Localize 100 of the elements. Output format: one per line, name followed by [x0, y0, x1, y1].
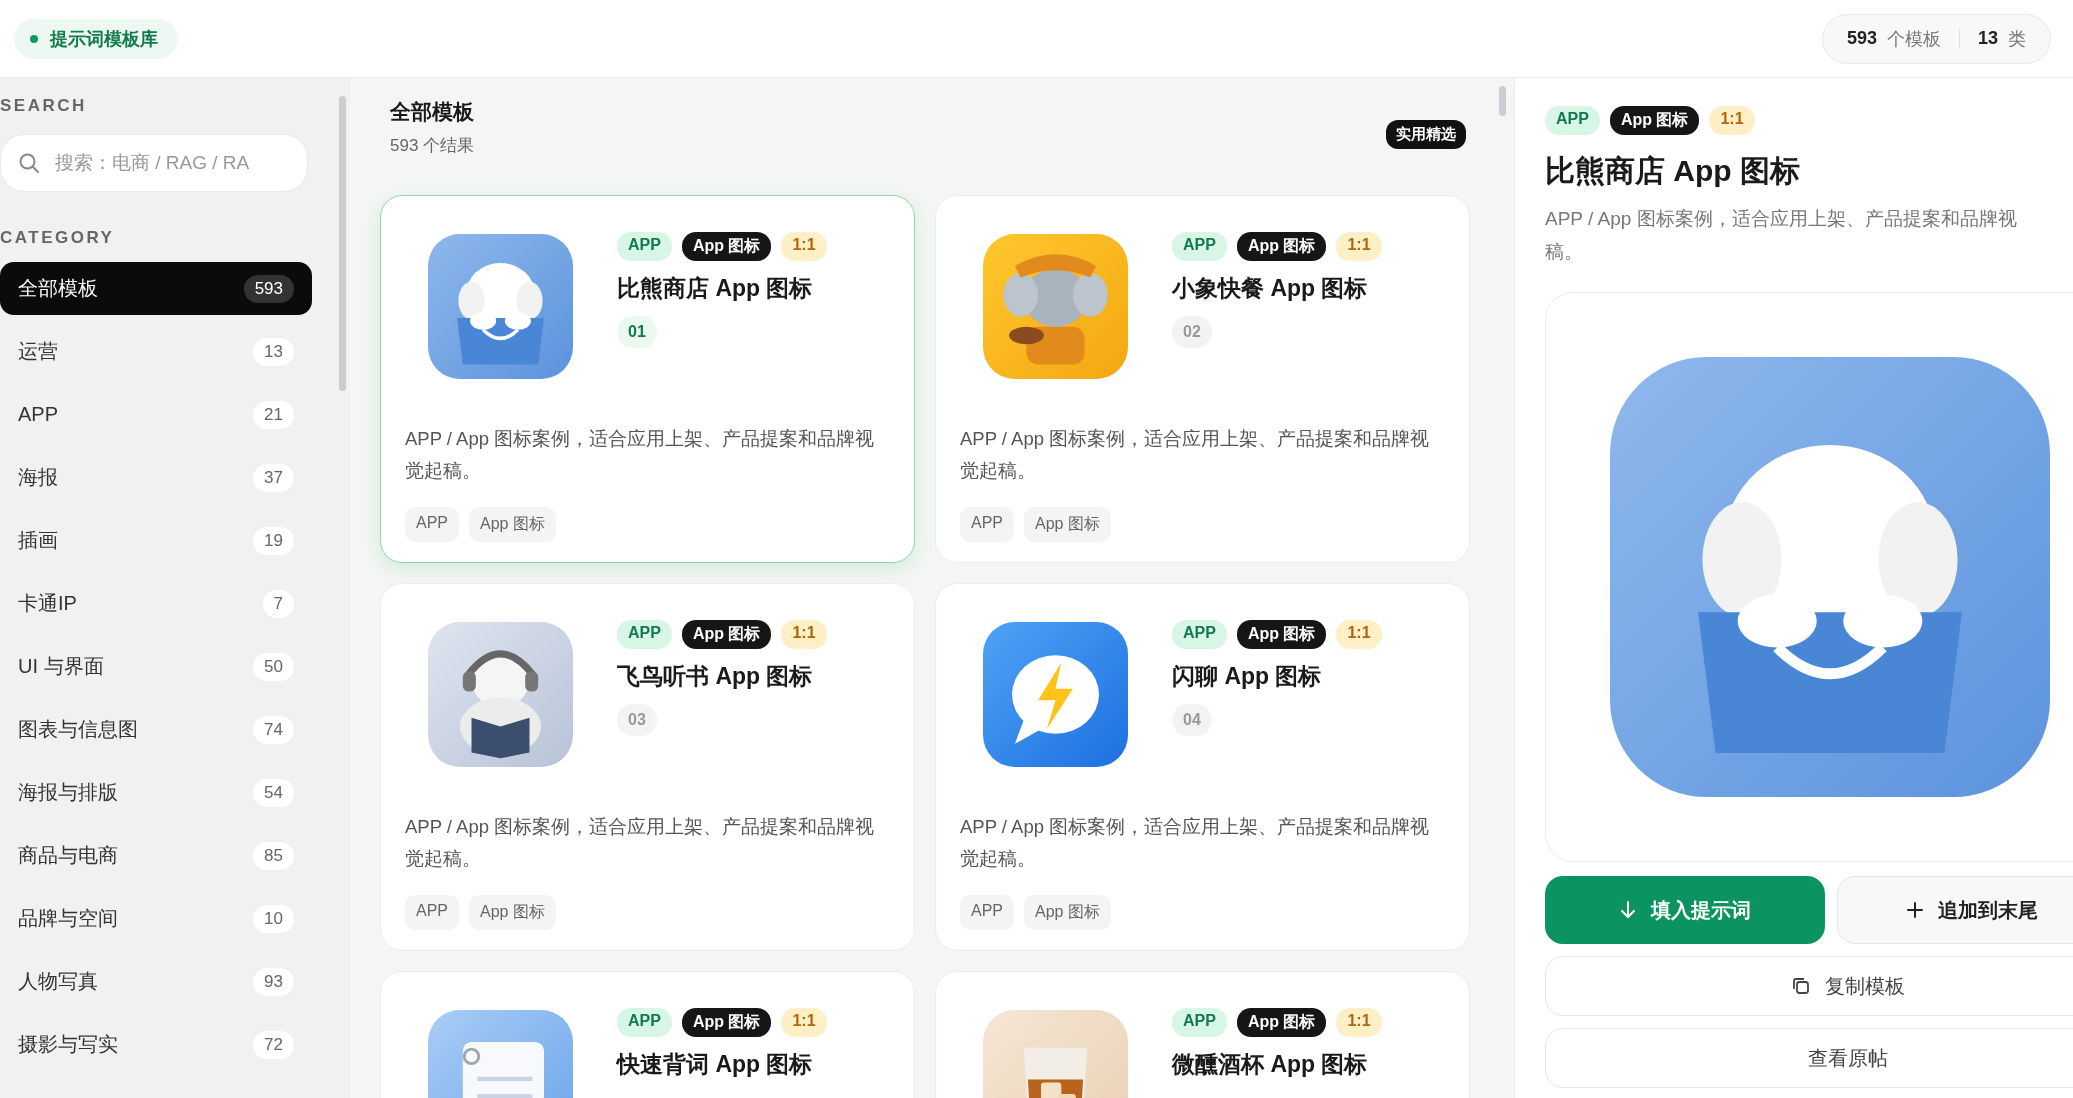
arrow-down-icon [1619, 900, 1637, 920]
stat-value: 593 [1846, 28, 1877, 49]
tag: APP [1172, 620, 1227, 649]
category-item[interactable]: 卡通IP 7 [0, 577, 312, 630]
tag: App 图标 [681, 620, 772, 649]
detail-description: APP / App 图标案例，适合应用上架、产品提案和品牌视 [1545, 207, 2018, 231]
detail-description: 稿。 [1545, 240, 1584, 264]
category-item[interactable]: UI 与界面 50 [0, 640, 312, 693]
category-item[interactable]: 人物写真 93 [0, 955, 312, 1008]
section-label: CATEGORY [0, 228, 116, 248]
plus-icon [1906, 901, 1924, 919]
number-badge: 03 [617, 704, 657, 736]
detail-title: 比熊商店 App 图标 [1545, 153, 1801, 189]
template-card[interactable]: APP App 图标 1:1 比熊商店 App 图标 01 APP / App 图标案例，适合应用上架、产品提案和品牌视觉起稿。 APP App 图标 [380, 195, 915, 563]
scrollbar-thumb[interactable] [339, 96, 346, 391]
tag: App 图标 [1024, 895, 1111, 930]
stat-unit: 个模板 [1886, 27, 1941, 51]
tag: App 图标 [681, 232, 772, 261]
tag: APP [617, 232, 672, 261]
category-label: 运营 [18, 339, 58, 364]
action-button[interactable]: 复制模板 [1545, 956, 2073, 1016]
category-item[interactable]: 图表与信息图 74 [0, 703, 312, 756]
tag: APP [960, 895, 1014, 930]
count-badge: 50 [253, 652, 294, 681]
tag: 1:1 [1336, 232, 1382, 261]
tag: APP [1545, 106, 1600, 135]
copy-icon [1791, 976, 1811, 996]
tag: APP [1172, 1008, 1227, 1037]
category-label: 摄影与写实 [18, 1032, 118, 1057]
action-button[interactable]: 查看原帖 [1545, 1028, 2073, 1088]
tag: APP [1172, 232, 1227, 261]
list-title: 全部模板 [390, 99, 475, 125]
tag: App 图标 [1236, 232, 1327, 261]
card-description: APP / App 图标案例，适合应用上架、产品提案和品牌视觉起稿。 [960, 815, 1431, 871]
category-item[interactable]: 运营 13 [0, 325, 312, 378]
card-description: APP / App 图标案例，适合应用上架、产品提案和品牌视觉起稿。 [405, 427, 876, 483]
category-item[interactable]: 摄影与写实 72 [0, 1018, 312, 1071]
tag: APP [617, 620, 672, 649]
category-label: 图表与信息图 [18, 717, 138, 742]
count-badge: 74 [253, 715, 294, 744]
count-badge: 72 [253, 1030, 294, 1059]
stat-value: 13 [1977, 28, 1998, 49]
count-badge: 21 [253, 400, 294, 429]
category-label: 品牌与空间 [18, 906, 118, 931]
count-badge: 85 [253, 841, 294, 870]
featured-badge: 实用精选 [1386, 120, 1466, 149]
result-count: 593 个结果 [390, 135, 475, 157]
action-button[interactable]: 追加到末尾 [1837, 876, 2073, 944]
tag: App 图标 [1609, 106, 1700, 135]
category-label: 海报与排版 [18, 780, 118, 805]
category-label: APP [18, 403, 59, 426]
card-description: APP / App 图标案例，适合应用上架、产品提案和品牌视觉起稿。 [405, 815, 876, 871]
category-label: 卡通IP [18, 591, 77, 616]
tag: APP [617, 1008, 672, 1037]
category-label: 海报 [18, 465, 58, 490]
category-item[interactable]: 商品与电商 85 [0, 829, 312, 882]
category-item[interactable]: 海报与排版 54 [0, 766, 312, 819]
category-item[interactable]: 插画 19 [0, 514, 312, 567]
count-badge: 37 [253, 463, 294, 492]
number-badge: 02 [1172, 316, 1212, 348]
count-badge: 7 [262, 589, 294, 618]
category-label: 全部模板 [18, 276, 98, 301]
count-badge: 10 [253, 904, 294, 933]
template-card[interactable]: APP App 图标 1:1 小象快餐 App 图标 02 APP / App 图标案例，适合应用上架、产品提案和品牌视觉起稿。 APP App 图标 [935, 195, 1470, 563]
template-card[interactable]: APP App 图标 1:1 微醺酒杯 App 图标 [935, 971, 1470, 1098]
tag: 1:1 [781, 620, 827, 649]
tag: APP [960, 507, 1014, 542]
category-item[interactable]: 品牌与空间 10 [0, 892, 312, 945]
tag: 1:1 [1336, 620, 1382, 649]
search-field[interactable]: 搜索：电商 / RAG / RA [0, 134, 308, 192]
tag: App 图标 [681, 1008, 772, 1037]
tag: App 图标 [469, 507, 556, 542]
tag: App 图标 [1236, 1008, 1327, 1037]
count-badge: 93 [253, 967, 294, 996]
card-title: 闪聊 App 图标 [1172, 662, 1323, 691]
scrollbar-thumb[interactable] [1499, 86, 1506, 116]
action-button[interactable]: 填入提示词 [1545, 876, 1825, 944]
tag: 1:1 [781, 232, 827, 261]
template-card[interactable]: APP App 图标 1:1 闪聊 App 图标 04 APP / App 图标案例，适合应用上架、产品提案和品牌视觉起稿。 APP App 图标 [935, 583, 1470, 951]
category-label: 人物写真 [18, 969, 98, 994]
tag: App 图标 [1024, 507, 1111, 542]
template-card[interactable]: APP App 图标 1:1 快速背词 App 图标 [380, 971, 915, 1098]
category-item[interactable]: 全部模板 593 [0, 262, 312, 315]
category-item[interactable]: APP 21 [0, 388, 312, 441]
category-item[interactable]: 海报 37 [0, 451, 312, 504]
count-badge: 593 [243, 274, 294, 303]
tag: 1:1 [781, 1008, 827, 1037]
app-title-pill: 提示词模板库 [14, 18, 178, 59]
card-title: 微醺酒杯 App 图标 [1172, 1050, 1369, 1079]
tag: APP [405, 895, 459, 930]
card-description: APP / App 图标案例，适合应用上架、产品提案和品牌视觉起稿。 [960, 427, 1431, 483]
card-title: 比熊商店 App 图标 [617, 274, 814, 303]
section-label: SEARCH [0, 96, 88, 116]
count-badge: 13 [253, 337, 294, 366]
category-label: 插画 [18, 528, 58, 553]
card-title: 飞鸟听书 App 图标 [617, 662, 814, 691]
category-label: UI 与界面 [18, 654, 104, 679]
card-title: 小象快餐 App 图标 [1172, 274, 1369, 303]
template-card[interactable]: APP App 图标 1:1 飞鸟听书 App 图标 03 APP / App 图标案例，适合应用上架、产品提案和品牌视觉起稿。 APP App 图标 [380, 583, 915, 951]
tag: App 图标 [1236, 620, 1327, 649]
